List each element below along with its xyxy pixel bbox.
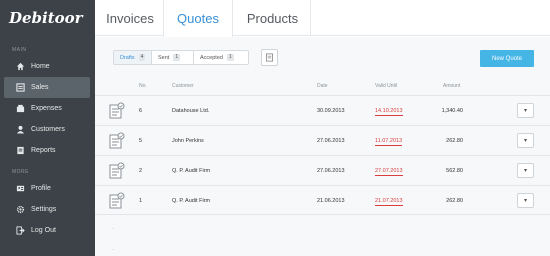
- row-no: 6: [139, 108, 143, 114]
- sidebar-item-customers[interactable]: Customers: [4, 119, 90, 140]
- row-amount: 562.80: [446, 168, 463, 174]
- expenses-icon: [16, 104, 25, 113]
- app-logo[interactable]: Debitoor: [0, 0, 95, 36]
- filter-count-badge: 4: [138, 54, 146, 61]
- row-no: 5: [139, 138, 143, 144]
- new-quote-button[interactable]: New Quote: [480, 50, 534, 67]
- quote-document-icon: [109, 102, 125, 119]
- table-header: No. Customer Date Valid Until Amount: [95, 80, 550, 94]
- sidebar-item-expenses[interactable]: Expenses: [4, 98, 90, 119]
- tab-quotes[interactable]: Quotes: [163, 0, 233, 37]
- sidebar-item-profile[interactable]: Profile: [4, 178, 90, 199]
- filter-drafts[interactable]: Drafts 4: [114, 51, 152, 64]
- row-actions-dropdown[interactable]: ▾: [517, 103, 534, 118]
- sidebar: Debitoor MAIN Home Sales Expenses Custom…: [0, 0, 95, 256]
- table-row[interactable]: 6 Datahouse Ltd. 30.09.2013 14.10.2013 1…: [95, 95, 550, 125]
- row-amount: 262.80: [446, 198, 463, 204]
- sales-icon: [16, 83, 25, 92]
- sidebar-item-label: Sales: [31, 84, 49, 91]
- settings-icon: [16, 205, 25, 214]
- row-amount: 1,340.40: [441, 108, 463, 114]
- filter-label: Drafts: [120, 54, 135, 61]
- quotes-content: Drafts 4 Sent 1 Accepted 1 New Quote No.…: [95, 37, 550, 256]
- chevron-down-icon: ▾: [523, 108, 527, 114]
- sidebar-item-label: Expenses: [31, 105, 62, 112]
- filter-count-badge: 1: [226, 54, 234, 61]
- section-label-main: MAIN: [12, 47, 27, 53]
- filter-label: Accepted: [200, 54, 223, 61]
- row-date: 30.09.2013: [317, 108, 345, 114]
- sidebar-item-label: Home: [31, 63, 50, 70]
- logout-icon: [16, 226, 25, 235]
- empty-row-marker: ·: [112, 247, 114, 253]
- table-row[interactable]: 1 Q. P. Audit Firm 21.06.2013 21.07.2013…: [95, 185, 550, 215]
- quote-document-icon: [109, 162, 125, 179]
- sidebar-item-label: Log Out: [31, 227, 56, 234]
- sidebar-item-label: Customers: [31, 126, 65, 133]
- row-no: 2: [139, 168, 143, 174]
- row-date: 27.06.2013: [317, 168, 345, 174]
- filter-accepted[interactable]: Accepted 1: [194, 51, 248, 64]
- table-row[interactable]: 5 John Perkins 27.06.2013 11.07.2013 262…: [95, 125, 550, 155]
- sidebar-item-label: Settings: [31, 206, 57, 213]
- sidebar-item-reports[interactable]: Reports: [4, 140, 90, 161]
- filter-sent[interactable]: Sent 1: [152, 51, 194, 64]
- customers-icon: [16, 125, 25, 134]
- row-valid-until: 14.10.2013: [375, 108, 403, 116]
- sidebar-item-label: Profile: [31, 185, 51, 192]
- row-actions-dropdown[interactable]: ▾: [517, 163, 534, 178]
- sidebar-item-settings[interactable]: Settings: [4, 199, 90, 220]
- row-customer: Datahouse Ltd.: [172, 108, 210, 114]
- row-valid-until: 11.07.2013: [375, 138, 403, 146]
- profile-icon: [16, 184, 25, 193]
- row-date: 27.06.2013: [317, 138, 345, 144]
- sidebar-item-home[interactable]: Home: [4, 56, 90, 77]
- row-no: 1: [139, 198, 143, 204]
- print-icon: [265, 49, 274, 67]
- filter-count-badge: 1: [173, 54, 181, 61]
- header-customer[interactable]: Customer: [172, 83, 194, 89]
- top-tab-bar: Invoices Quotes Products: [95, 0, 550, 37]
- tab-products[interactable]: Products: [235, 0, 311, 36]
- quotes-table: 6 Datahouse Ltd. 30.09.2013 14.10.2013 1…: [95, 95, 550, 215]
- sidebar-item-logout[interactable]: Log Out: [4, 220, 90, 241]
- chevron-down-icon: ▾: [523, 198, 527, 204]
- header-date[interactable]: Date: [317, 83, 328, 89]
- chevron-down-icon: ▾: [523, 138, 527, 144]
- header-no[interactable]: No.: [139, 83, 147, 89]
- table-row[interactable]: 2 Q. P. Audit Firm 27.06.2013 27.07.2013…: [95, 155, 550, 185]
- row-valid-until: 21.07.2013: [375, 198, 403, 206]
- row-customer: Q. P. Audit Firm: [172, 198, 211, 204]
- reports-icon: [16, 146, 25, 155]
- row-customer: Q. P. Audit Firm: [172, 168, 211, 174]
- home-icon: [16, 62, 25, 71]
- header-valid-until[interactable]: Valid Until: [375, 83, 397, 89]
- header-amount[interactable]: Amount: [443, 83, 460, 89]
- quote-document-icon: [109, 192, 125, 209]
- print-button[interactable]: [261, 49, 278, 66]
- status-filter-group: Drafts 4 Sent 1 Accepted 1: [113, 50, 249, 65]
- chevron-down-icon: ▾: [523, 168, 527, 174]
- sidebar-item-label: Reports: [31, 147, 56, 154]
- row-actions-dropdown[interactable]: ▾: [517, 133, 534, 148]
- row-date: 21.06.2013: [317, 198, 345, 204]
- empty-row-marker: ·: [112, 226, 114, 232]
- row-amount: 262.80: [446, 138, 463, 144]
- filter-label: Sent: [158, 54, 170, 61]
- quote-document-icon: [109, 132, 125, 149]
- row-customer: John Perkins: [172, 138, 204, 144]
- tab-invoices[interactable]: Invoices: [95, 0, 165, 36]
- row-valid-until: 27.07.2013: [375, 168, 403, 176]
- section-label-more: MORE: [12, 169, 29, 175]
- sidebar-item-sales[interactable]: Sales: [4, 77, 90, 98]
- row-actions-dropdown[interactable]: ▾: [517, 193, 534, 208]
